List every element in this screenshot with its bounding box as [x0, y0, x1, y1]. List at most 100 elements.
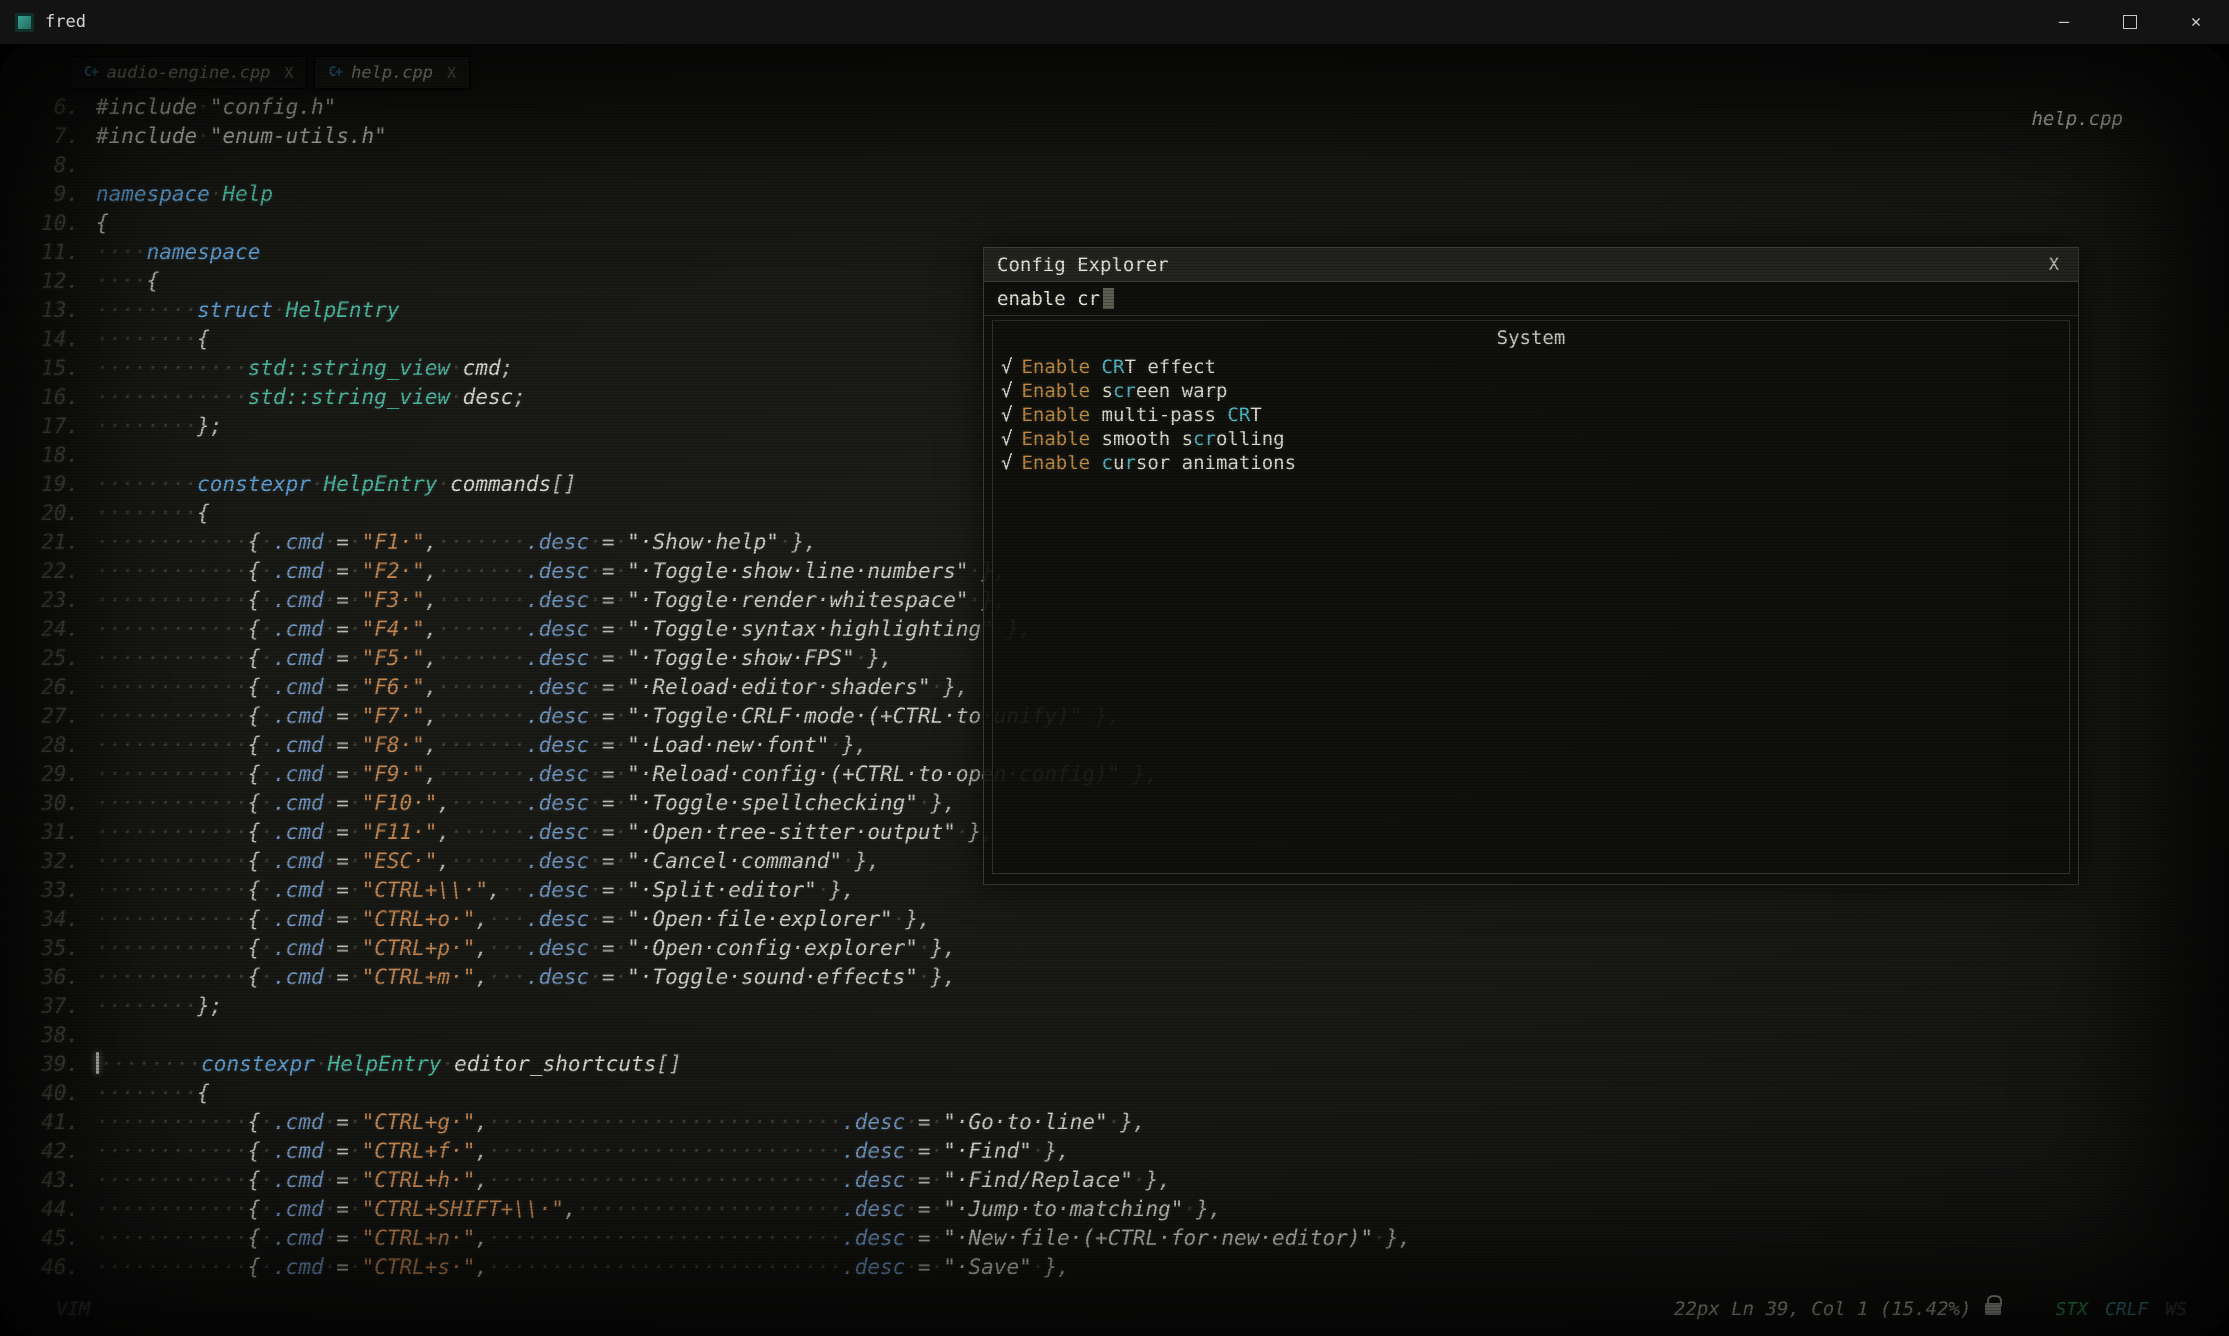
maximize-button[interactable]	[2097, 0, 2163, 44]
line-text: ············std::string_view·desc;	[96, 383, 526, 412]
token: .cmd	[273, 559, 324, 583]
config-item[interactable]: √Enable multi-pass CRT	[993, 403, 2069, 427]
token: {	[96, 211, 109, 235]
line-text: ········constexpr·HelpEntry·editor_short…	[96, 1050, 682, 1079]
token: #include	[96, 95, 197, 119]
code-line[interactable]: 9.namespace·Help	[22, 180, 1411, 209]
token: ·	[324, 849, 337, 873]
token: },	[943, 675, 968, 699]
token: {	[248, 646, 261, 670]
code-line[interactable]: 46.············{·.cmd·=·"CTRL+s·",······…	[22, 1253, 1411, 1282]
token: .cmd	[273, 733, 324, 757]
line-text: ············{·.cmd·=·"F4·",·······.desc·…	[96, 615, 1032, 644]
code-line[interactable]: 6.#include·"config.h"	[22, 93, 1411, 122]
token: ·	[441, 1052, 454, 1076]
token: "F5·"	[362, 646, 425, 670]
tab-close-button[interactable]: X	[447, 64, 456, 82]
token: "CTRL+p·"	[362, 936, 476, 960]
code-line[interactable]: 7.#include·"enum-utils.h"	[22, 122, 1411, 151]
token: {	[248, 849, 261, 873]
checkbox-checked-icon[interactable]: √	[1001, 356, 1012, 378]
checkbox-checked-icon[interactable]: √	[1001, 404, 1012, 426]
config-item[interactable]: √Enable cursor animations	[993, 451, 2069, 475]
config-explorer-titlebar[interactable]: Config Explorer X	[984, 248, 2078, 282]
line-text: ····{	[96, 267, 159, 296]
code-line[interactable]: 35.············{·.cmd·=·"CTRL+p·",···.de…	[22, 934, 1411, 963]
config-close-button[interactable]: X	[2043, 255, 2065, 275]
token: ············	[96, 356, 248, 380]
token: []	[551, 472, 576, 496]
token: .desc	[526, 646, 589, 670]
tab-label: help.cpp	[351, 63, 433, 83]
line-text: ············{·.cmd·=·"CTRL+o·",···.desc·…	[96, 905, 931, 934]
code-line[interactable]: 8.	[22, 151, 1411, 180]
checkbox-checked-icon[interactable]: √	[1001, 428, 1012, 450]
code-line[interactable]: 38.	[22, 1021, 1411, 1050]
code-line[interactable]: 37.········};	[22, 992, 1411, 1021]
config-search-input[interactable]: enable cr	[984, 282, 2078, 316]
token: ············	[96, 965, 248, 989]
token: ··	[501, 878, 526, 902]
token: "·Open·tree-sitter·output"	[627, 820, 956, 844]
token: ····	[96, 269, 147, 293]
token: .cmd	[273, 530, 324, 554]
token: };	[197, 994, 222, 1018]
code-line[interactable]: 10.{	[22, 209, 1411, 238]
token: {	[248, 704, 261, 728]
code-line[interactable]: 44.············{·.cmd·=·"CTRL+SHIFT+\\·"…	[22, 1195, 1411, 1224]
code-line[interactable]: 43.············{·.cmd·=·"CTRL+h·",······…	[22, 1166, 1411, 1195]
code-line[interactable]: 34.············{·.cmd·=·"CTRL+o·",···.de…	[22, 905, 1411, 934]
config-item-text: u	[1113, 452, 1124, 474]
token: {	[248, 1168, 261, 1192]
token: ·	[589, 849, 602, 873]
token: "F4·"	[362, 617, 425, 641]
token: =	[918, 1168, 931, 1192]
token: "·Split·editor"	[627, 878, 817, 902]
code-line[interactable]: 40.········{	[22, 1079, 1411, 1108]
minimize-button[interactable]: –	[2031, 0, 2097, 44]
token: ·	[260, 907, 273, 931]
line-text: ············{·.cmd·=·"F2·",·······.desc·…	[96, 557, 1006, 586]
line-number: 13.	[22, 296, 96, 325]
code-line[interactable]: 42.············{·.cmd·=·"CTRL+f·",······…	[22, 1137, 1411, 1166]
token: HelpEntry	[328, 1052, 442, 1076]
token: =	[336, 791, 349, 815]
config-item[interactable]: √Enable smooth scrolling	[993, 427, 2069, 451]
line-number: 8.	[22, 151, 96, 180]
token: ·	[931, 675, 944, 699]
config-item[interactable]: √Enable screen warp	[993, 379, 2069, 403]
token: ,	[437, 849, 450, 873]
code-line[interactable]: 36.············{·.cmd·=·"CTRL+m·",···.de…	[22, 963, 1411, 992]
token: },	[792, 530, 817, 554]
token: ·	[855, 646, 868, 670]
status-right: 22px Ln 39, Col 1 (15.42%) STXCRLFWS	[1674, 1298, 2187, 1320]
config-item[interactable]: √Enable CRT effect	[993, 355, 2069, 379]
line-text: #include·"enum-utils.h"	[96, 122, 387, 151]
line-text: ············{·.cmd·=·"F3·",·······.desc·…	[96, 586, 1006, 615]
token: ········	[96, 994, 197, 1018]
token: ············	[96, 791, 248, 815]
token: ·	[905, 1139, 918, 1163]
token: .cmd	[273, 849, 324, 873]
checkbox-checked-icon[interactable]: √	[1001, 380, 1012, 402]
line-text: {	[96, 209, 109, 238]
tab-close-button[interactable]: X	[284, 64, 293, 82]
token: =	[336, 733, 349, 757]
token: ·······	[437, 675, 526, 699]
token: ·	[324, 936, 337, 960]
tab-audio-engine.cpp[interactable]: C+audio-engine.cppX	[70, 56, 307, 89]
token: ·	[324, 617, 337, 641]
code-line[interactable]: 39.········constexpr·HelpEntry·editor_sh…	[22, 1050, 1411, 1079]
config-item-text	[1090, 356, 1101, 378]
code-line[interactable]: 45.············{·.cmd·=·"CTRL+n·",······…	[22, 1224, 1411, 1253]
checkbox-checked-icon[interactable]: √	[1001, 452, 1012, 474]
token: ·	[931, 1168, 944, 1192]
code-line[interactable]: 41.············{·.cmd·=·"CTRL+g·",······…	[22, 1108, 1411, 1137]
token: ·	[260, 820, 273, 844]
token: ·······	[437, 646, 526, 670]
close-button[interactable]: ✕	[2163, 0, 2229, 44]
config-item-text: cr	[1193, 428, 1216, 450]
tab-help.cpp[interactable]: C+help.cppX	[314, 56, 470, 89]
token: ,	[475, 936, 488, 960]
token: desc	[463, 385, 514, 409]
